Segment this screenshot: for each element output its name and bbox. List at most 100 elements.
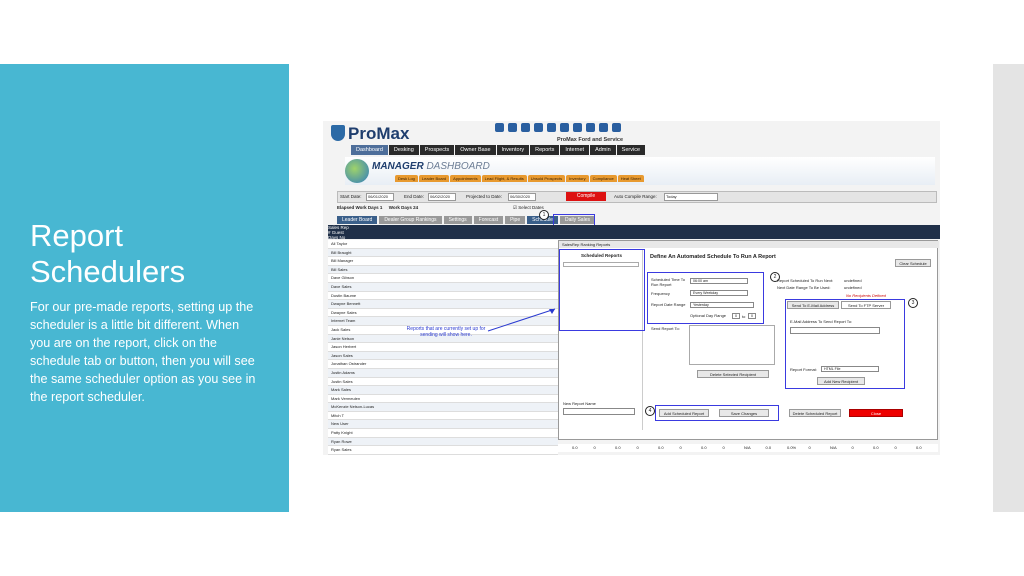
callout-note: Reports that are currently set up for se… <box>406 326 486 338</box>
sales-rep-row[interactable]: Bill Braught <box>328 248 558 258</box>
delete-recipient-button[interactable]: Delete Selected Recipient <box>697 370 769 378</box>
total-cell: 0 <box>851 445 854 450</box>
sales-rep-row[interactable]: Patty Knight <box>328 429 558 438</box>
sales-rep-row[interactable]: Jonathan Ostrander <box>328 360 558 369</box>
recipient-list[interactable] <box>689 325 775 365</box>
sales-rep-row[interactable]: Bill Manager <box>328 257 558 266</box>
sales-rep-row[interactable]: Dave Sales <box>328 282 558 292</box>
gear-icon[interactable] <box>586 123 595 132</box>
total-cell: 0 <box>722 445 725 450</box>
end-date-label: End Date: <box>404 194 425 199</box>
sales-rep-row[interactable]: Justin Adams <box>328 368 558 378</box>
help-icon[interactable] <box>573 123 582 132</box>
sales-rep-row[interactable]: McKenzie Nelson-Lucas <box>328 403 558 412</box>
total-cell: 0.0 <box>701 445 707 450</box>
projected-label: Projected to Date: <box>466 194 503 199</box>
next-range-label: Next Date Range To Be Used: <box>777 285 831 290</box>
nav-item[interactable]: Internet <box>560 145 590 155</box>
total-cell: 0.0% <box>787 445 797 450</box>
sales-rep-row[interactable]: Mark Sales <box>328 386 558 395</box>
slide-title-line: Schedulers <box>30 254 186 289</box>
schedule-dialog: SalesRep Ranking Reports Scheduled Repor… <box>558 240 939 440</box>
wrench-icon[interactable] <box>534 123 543 132</box>
subtab[interactable]: Compliance <box>589 175 617 182</box>
delete-scheduled-report-button[interactable]: Delete Scheduled Report <box>789 409 841 417</box>
total-cell: 0.0 <box>615 445 621 450</box>
filter-bar: Start Date: 06/01/2020 End Date: 06/02/2… <box>337 191 937 203</box>
projected-date-input[interactable]: 06/30/2020 <box>508 193 536 201</box>
sales-rep-row[interactable]: Jason Sales <box>328 351 558 361</box>
start-date-input[interactable]: 06/01/2020 <box>366 193 394 201</box>
total-cell: 0 <box>808 445 811 450</box>
new-report-name-label: New Report Name <box>563 401 596 406</box>
sales-rep-row[interactable]: New User <box>328 420 558 430</box>
nav-item[interactable]: Dashboard <box>351 145 388 155</box>
people-icon[interactable] <box>495 123 504 132</box>
sales-rep-list: Ali Taylor Bill Braught Bill Manager Bill S… <box>328 240 558 455</box>
sales-rep-row[interactable]: Mitch T <box>328 411 558 421</box>
calendar-icon[interactable] <box>508 123 517 132</box>
new-report-name-input[interactable] <box>563 408 635 415</box>
highlight-box-schedule-settings <box>647 272 764 324</box>
nav-item[interactable]: Desking <box>388 145 419 155</box>
slide-body: For our pre-made reports, setting up the… <box>30 300 256 404</box>
subtab[interactable]: Lead Flight, & Results <box>481 175 527 182</box>
highlight-box-recipients <box>785 299 905 389</box>
manager-banner: MANAGER DASHBOARD Desk Log Leader Board Ap… <box>345 157 935 185</box>
next-range-value: undefined <box>844 285 862 290</box>
sales-rep-row[interactable]: Justin Sales <box>328 377 558 387</box>
edit-icon[interactable] <box>599 123 608 132</box>
sales-rep-row[interactable]: Dave Gibson <box>328 274 558 283</box>
report-tab[interactable]: Pipe <box>505 216 526 224</box>
select-dates-label: Select Dates <box>518 205 544 210</box>
nav-item[interactable]: Prospects <box>419 145 455 155</box>
nav-item[interactable]: Owner Base <box>455 145 496 155</box>
total-cell: 0.0 <box>572 445 578 450</box>
sales-rep-row[interactable]: Bill Sales <box>328 265 558 275</box>
report-tab[interactable]: Forecast <box>473 216 504 224</box>
send-to-label: Send Report To: <box>651 326 680 331</box>
main-nav: Dashboard Desking Prospects Owner Base Inven… <box>351 145 646 155</box>
total-cell: N/A <box>830 445 837 450</box>
car-icon[interactable] <box>521 123 530 132</box>
report-tab[interactable]: Leader Board <box>337 216 378 224</box>
close-button[interactable]: Close <box>849 409 903 417</box>
end-date-input[interactable]: 06/02/2020 <box>428 193 456 201</box>
auto-compile-label: Auto Compile Range: <box>614 194 657 199</box>
logo-text: ProMax <box>348 124 410 143</box>
total-cell: 0 <box>593 445 596 450</box>
next-run-label: Report Scheduled To Run Next: <box>777 278 834 283</box>
subtab[interactable]: Inventory <box>566 175 589 182</box>
sales-rep-row[interactable]: Ali Taylor <box>328 240 558 249</box>
nav-item[interactable]: Inventory <box>496 145 530 155</box>
nav-item[interactable]: Service <box>616 145 646 155</box>
phone-icon[interactable] <box>547 123 556 132</box>
auto-compile-select[interactable]: Today <box>664 193 718 201</box>
total-cell: 0.0 <box>873 445 879 450</box>
subtab[interactable]: Heat Sheet <box>617 175 644 182</box>
subtab[interactable]: Leader Board <box>418 175 450 182</box>
sales-rep-row[interactable]: Dustin Baume <box>328 291 558 301</box>
dialog-title: Define An Automated Schedule To Run A Re… <box>650 254 776 260</box>
sales-rep-row[interactable]: Ryan Rowe <box>328 437 558 447</box>
close-icon[interactable] <box>612 123 621 132</box>
subtab[interactable]: Desk Log <box>395 175 418 182</box>
next-run-value: undefined <box>844 278 862 283</box>
sales-rep-row[interactable]: Mark Vermeulen <box>328 394 558 404</box>
subtab[interactable]: Unsold Prospects <box>527 175 566 182</box>
clear-schedule-button[interactable]: Clear Schedule <box>895 259 931 267</box>
compile-button[interactable]: Compile <box>566 192 606 201</box>
report-tab[interactable]: Settings <box>443 216 472 224</box>
report-tab[interactable]: Dealer Group Rankings <box>379 216 442 224</box>
mail-icon[interactable] <box>560 123 569 132</box>
sales-rep-row[interactable]: Ryan Sales <box>328 446 558 455</box>
select-dates-checkbox[interactable]: ☑ Select Dates <box>513 205 544 211</box>
nav-item[interactable]: Reports <box>530 145 560 155</box>
no-recipients-text: No Recipients Defined <box>846 293 886 298</box>
callout-arrow-icon <box>487 308 556 332</box>
slide-title-line: Report <box>30 218 124 253</box>
nav-item[interactable]: Admin <box>590 145 616 155</box>
subtab[interactable]: Appointments <box>450 175 481 182</box>
sales-rep-row[interactable]: Jason Herbert <box>328 343 558 352</box>
banner-sub: DASHBOARD <box>426 161 490 172</box>
